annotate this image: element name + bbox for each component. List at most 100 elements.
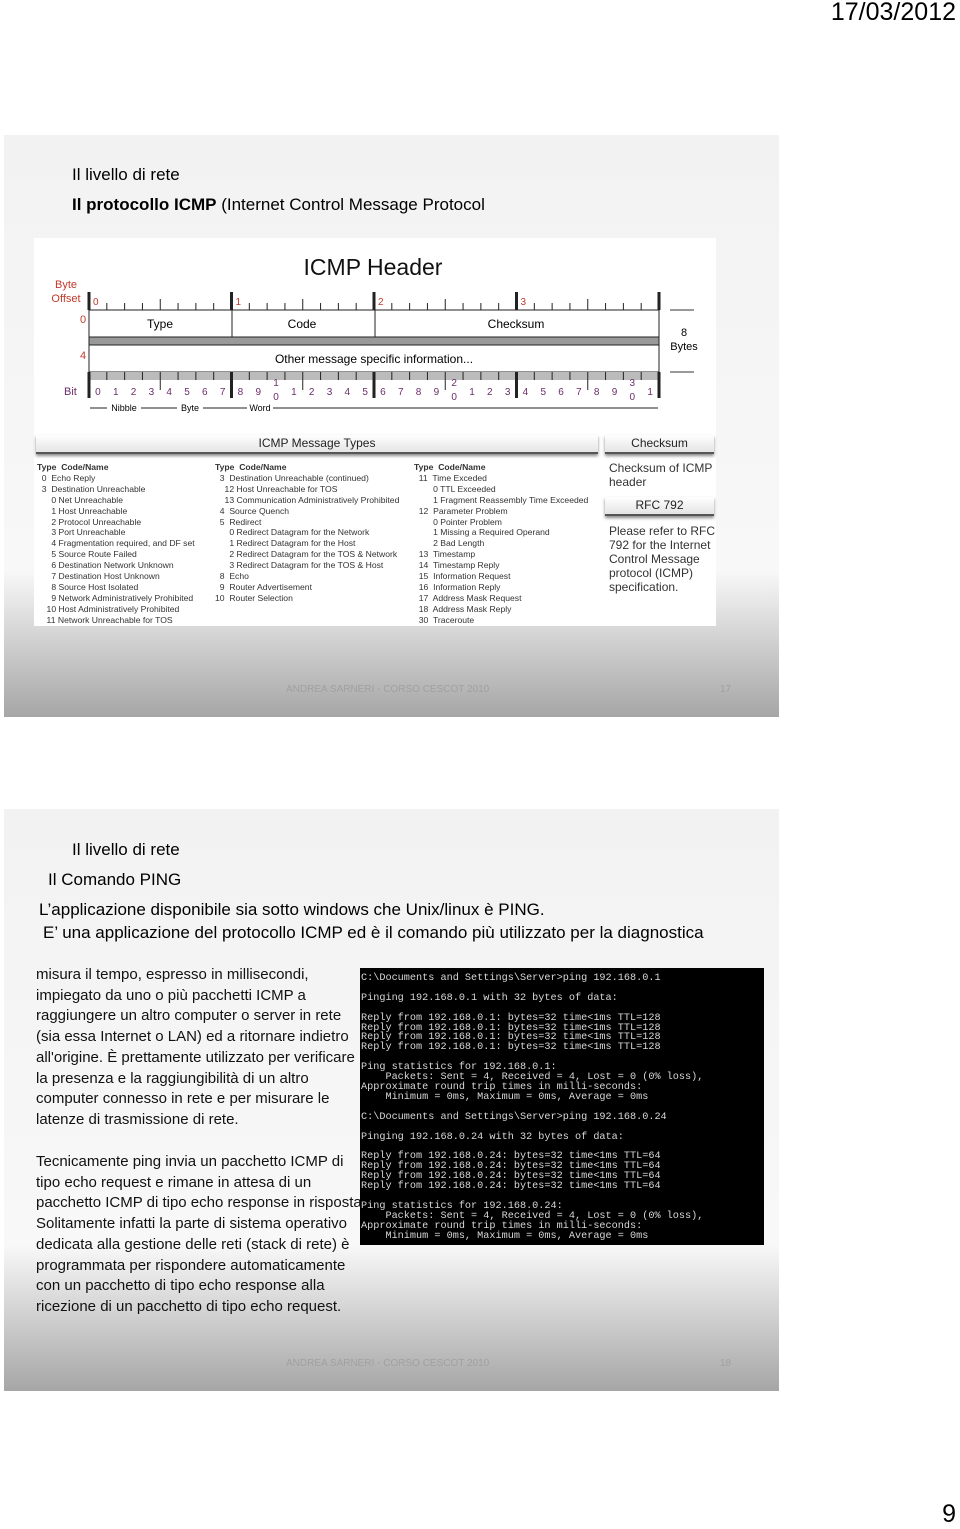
icmp-header-figure: ICMP Header Byte Offset 0 4 Type Code Ch… [34,238,716,626]
message-type-row: 10 Host Administratively Prohibited [37,603,180,614]
message-type-row: 0 TTL Exceeded [414,483,496,494]
message-type-row: 11 Time Exceded [414,472,487,483]
message-type-row: 0 Echo Reply [37,472,96,483]
bit-number: 0 [273,392,279,403]
message-type-row: 7 Destination Host Unknown [37,571,160,582]
column-header: Type Code/Name [37,462,109,472]
message-type-row: 3 Destination Unreachable [37,483,146,494]
message-type-row: 13 Timestamp [414,549,476,560]
bit-number: 9 [612,387,618,398]
message-type-row: 9 Router Advertisement [215,581,312,592]
bit-number: 6 [558,387,564,398]
scale-byte: Byte [181,403,199,413]
message-type-row: 0 Redirect Datagram for the Network [215,527,370,538]
message-types-header: ICMP Message Types [36,435,598,454]
message-type-row: 2 Redirect Datagram for the TOS & Networ… [215,549,398,560]
rfc-label: RFC 792 [605,497,714,516]
figure-title: ICMP Header [304,254,443,280]
bit-number: 1 [291,387,297,398]
row-type-code-checksum [88,309,660,338]
command-prompt-screenshot: C:\Documents and Settings\Server>ping 19… [360,968,764,1245]
separator-band [88,336,660,346]
bit-number: 2 [487,387,493,398]
bit-number: 3 [505,387,511,398]
message-type-row: 8 Echo [215,571,249,582]
bit-number: 5 [184,387,190,398]
message-type-row: 10 Router Selection [215,592,293,603]
bit-number: 4 [345,387,351,398]
field-checksum: Checksum [488,317,545,331]
bit-number: 4 [166,387,172,398]
footer: ANDREA SARNERI - CORSO CESCOT 2010 [286,684,490,695]
row-offset-0: 0 [80,314,86,326]
message-type-row: 6 Destination Network Unknown [37,560,174,571]
message-type-row: 3 Destination Unreachable (continued) [215,472,369,483]
column-header: Type Code/Name [215,462,287,472]
message-type-row: 17 Address Mask Request [414,592,522,603]
scale-word: Word [249,403,270,413]
message-type-row: 0 Net Unreachable [37,494,123,505]
message-type-row: 30 Traceroute [414,614,475,625]
header-date: 17/03/2012 [830,0,956,26]
ping-description-paragraph: misura il tempo, espresso in millisecond… [36,966,355,1128]
message-type-row: 2 Protocol Unreachable [37,516,142,527]
byte-number: 0 [93,297,99,308]
checksum-header: Checksum [605,435,714,454]
bit-number: 2 [131,387,137,398]
slide-title: Il livello di rete [72,165,180,184]
message-type-row: 11 Network Unreachable for TOS [37,614,173,625]
bit-number: 5 [540,387,546,398]
message-type-row: 9 Network Administratively Prohibited [37,592,194,603]
message-type-row: 2 Bad Length [414,538,485,549]
message-type-row: 13 Communication Administratively Prohib… [215,494,400,505]
bit-number: 1 [469,387,475,398]
scale-nibble: Nibble [111,403,137,413]
message-type-row: 5 Redirect [215,516,262,527]
message-type-row: 1 Redirect Datagram for the Host [215,538,356,549]
message-type-row: 0 Pointer Problem [414,516,502,527]
bit-number: 9 [255,387,261,398]
size-number: 8 [681,327,687,339]
bit-number: 2 [309,387,315,398]
slide-number: 17 [720,684,732,695]
byte-number: 1 [236,297,242,308]
row-offset-4: 4 [80,350,86,362]
message-type-row: 14 Timestamp Reply [414,560,500,571]
offset-label: Offset [51,293,80,305]
slide-number: 18 [720,1358,732,1369]
bit-number: 3 [327,387,333,398]
bit-number: 2 [451,378,457,389]
field-code: Code [288,317,317,331]
field-type: Type [147,317,173,331]
bit-number: 1 [113,387,119,398]
bit-number: 0 [630,392,636,403]
bit-number: 7 [220,387,226,398]
message-type-row: 8 Source Host Isolated [37,581,139,592]
message-type-row: 1 Missing a Required Operand [414,527,550,538]
subtitle-bold: Il protocollo ICMP [72,195,217,214]
message-type-row: 3 Port Unreachable [37,527,126,538]
message-type-row: 12 Host Unreachable for TOS [215,483,338,494]
field-other: Other message specific information... [275,352,473,366]
message-type-row: 12 Parameter Problem [414,505,508,516]
message-type-row: 1 Fragment Reassembly Time Exceeded [414,494,589,505]
size-unit: Bytes [670,341,698,353]
bit-label: Bit [64,386,77,398]
column-header: Type Code/Name [414,462,486,472]
ping-technical-paragraph: Tecnicamente ping invia un pacchetto ICM… [36,1153,366,1315]
rfc-description: Please refer to RFC 792 for the Internet… [609,524,716,594]
bit-number: 1 [273,378,279,389]
bit-number: 3 [149,387,155,398]
bit-number: 9 [434,387,440,398]
page-number: 9 [942,1500,956,1528]
bit-number: 7 [398,387,404,398]
intro-line-1: L’applicazione disponibile sia sotto win… [39,900,545,919]
subtitle-rest: (Internet Control Message Protocol [216,195,485,214]
bit-number: 3 [630,378,636,389]
byte-number: 3 [521,297,527,308]
bit-number: 8 [594,387,600,398]
message-type-row: 16 Information Reply [414,581,501,592]
slide-subtitle: Il protocollo ICMP (Internet Control Mes… [72,195,485,215]
bit-number: 1 [647,387,653,398]
message-type-row: 4 Fragmentation required, and DF set [37,538,195,549]
